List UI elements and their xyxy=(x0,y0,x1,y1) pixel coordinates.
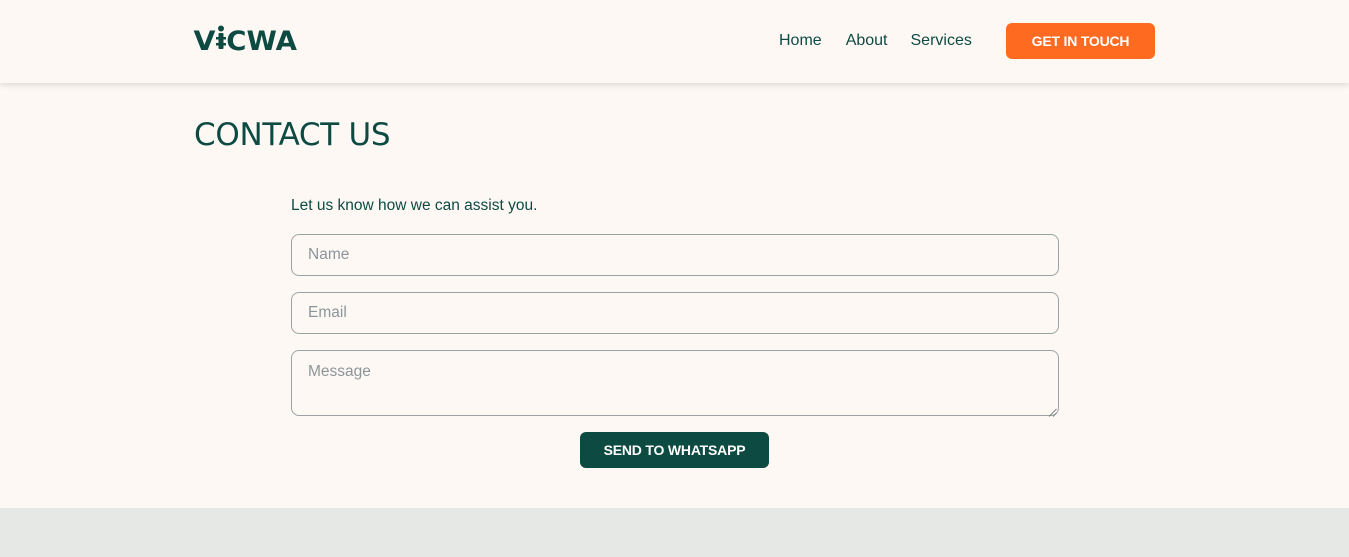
send-to-whatsapp-button[interactable]: SEND TO WHATSAPP xyxy=(580,432,769,468)
logo-letter-v: V xyxy=(193,25,216,57)
brand-logo[interactable]: V CWA xyxy=(193,25,297,58)
nav-item-about[interactable]: About xyxy=(846,31,888,51)
get-in-touch-button[interactable]: GET IN TOUCH xyxy=(1006,23,1155,59)
nav-item-services[interactable]: Services xyxy=(911,31,972,51)
main-nav: Home About Services xyxy=(779,31,972,51)
name-input[interactable] xyxy=(291,234,1059,276)
email-input[interactable] xyxy=(291,292,1059,334)
page-title: CONTACT US xyxy=(194,117,391,153)
site-header: V CWA Home About Services GET IN TOUCH xyxy=(0,0,1349,83)
resize-grip-icon[interactable] xyxy=(1048,404,1057,417)
logo-letters-cwa: CWA xyxy=(226,25,297,57)
footer-strip xyxy=(0,508,1349,557)
message-textarea[interactable] xyxy=(291,350,1059,416)
nav-item-home[interactable]: Home xyxy=(779,31,822,51)
key-icon xyxy=(215,25,226,58)
contact-intro: Let us know how we can assist you. xyxy=(291,197,538,214)
